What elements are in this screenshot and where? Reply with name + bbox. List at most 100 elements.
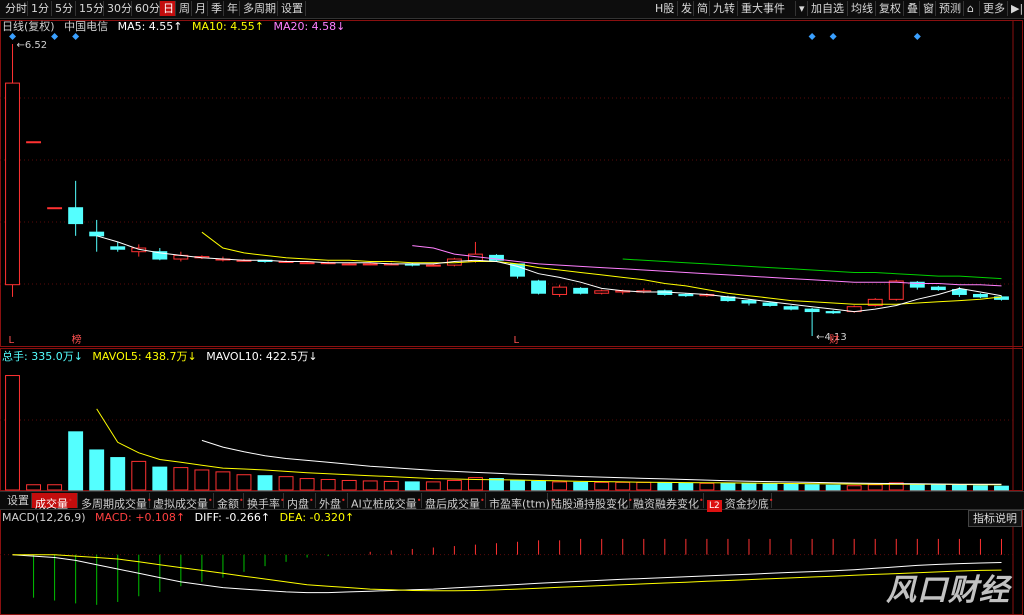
tab-dot-icon: •	[699, 496, 704, 505]
candle-body	[888, 280, 904, 300]
mavol10-line	[201, 439, 1002, 485]
tab-dot-icon: •	[68, 496, 73, 505]
volume-bar	[783, 483, 799, 491]
volume-bar	[825, 484, 841, 491]
volume-bar	[867, 484, 883, 491]
ma60-line	[622, 258, 1002, 280]
volume-bar	[425, 481, 441, 491]
candle-body	[5, 82, 20, 286]
volume-bar	[131, 460, 147, 491]
indicator-tab-label: 外盘	[319, 497, 341, 511]
indicator-tab-label: AI立桩成交量	[351, 497, 417, 511]
volume-bar	[594, 481, 610, 491]
stock-name: 中国电信	[64, 20, 109, 33]
tab-dot-icon: •	[309, 496, 314, 505]
volume-bar	[152, 466, 168, 491]
mavol10-label: MAVOL10: 422.5万↓	[206, 350, 318, 363]
indicator-tab-2[interactable]: 多周期成交量•	[78, 493, 152, 511]
candle-body	[741, 300, 757, 304]
indicator-tab-8[interactable]: AI立桩成交量•	[348, 493, 422, 511]
indicator-tab-5[interactable]: 换手率•	[244, 493, 285, 511]
macd-value: MACD: +0.108↑	[95, 511, 186, 524]
candle-body	[783, 306, 799, 310]
candle-body	[531, 280, 547, 294]
tab-dot-icon: •	[239, 496, 244, 505]
volume-bar	[194, 469, 210, 491]
indicator-tab-1[interactable]: 成交量•	[32, 493, 78, 511]
candle-body	[362, 263, 378, 266]
indicator-tab-9[interactable]: 盘后成交量•	[422, 493, 486, 511]
volume-bar	[404, 481, 420, 491]
volume-bar	[972, 485, 988, 491]
tab-dot-icon: •	[341, 496, 346, 505]
volume-bar	[573, 481, 589, 491]
volume-bar	[215, 471, 231, 491]
dea-value: DEA: -0.320↑	[279, 511, 355, 524]
indicator-tab-13[interactable]: L2 资金抄底•	[704, 493, 774, 512]
indicator-explain-button[interactable]: 指标说明	[968, 510, 1022, 527]
indicator-tab-4[interactable]: 金额•	[214, 493, 244, 511]
ma20-line	[412, 245, 1002, 287]
event-diamond-icon	[72, 33, 80, 40]
event-diamond-icon	[51, 33, 59, 40]
ma10-label: MA10: 4.55↑	[192, 20, 264, 33]
ma5-label: MA5: 4.55↑	[117, 20, 183, 33]
candle-body	[425, 264, 441, 267]
indicator-tab-label: 内盘	[287, 497, 309, 511]
mavol5-label: MAVOL5: 438.7万↓	[92, 350, 197, 363]
total-volume-label: 总手: 335.0万↓	[2, 350, 83, 363]
volume-bar	[615, 481, 631, 491]
candle-body	[68, 207, 84, 225]
bottom-marker: 榜	[72, 333, 82, 346]
event-diamond-icon	[829, 33, 837, 40]
indicator-tab-3[interactable]: 虚拟成交量•	[150, 493, 214, 511]
event-diamond-icon	[808, 33, 816, 40]
candle-body	[804, 308, 820, 313]
volume-bar	[636, 481, 652, 491]
candle-body	[678, 293, 694, 297]
volume-bar	[173, 467, 189, 491]
volume-bar	[699, 482, 715, 491]
candle-body	[47, 207, 63, 210]
indicator-tab-0[interactable]: 设置	[4, 493, 32, 508]
volume-bar	[299, 478, 315, 491]
indicator-tab-label: 资金抄底	[724, 497, 769, 511]
candle-body	[825, 311, 841, 314]
ma20-label: MA20: 4.58↓	[273, 20, 346, 33]
indicator-tab-10[interactable]: 市盈率(ttm)•	[486, 493, 555, 511]
candle-body	[110, 246, 126, 250]
volume-bar	[68, 431, 84, 491]
candle-body	[26, 141, 42, 144]
main-legend: 日线(复权) 中国电信 MA5: 4.55↑ MA10: 4.55↑ MA20:…	[2, 20, 345, 34]
volume-bar	[341, 479, 357, 491]
volume-bar	[531, 480, 547, 491]
candle-body	[299, 262, 315, 265]
volume-bar	[762, 483, 778, 491]
volume-bar	[362, 480, 378, 491]
indicator-tab-11[interactable]: 陆股通持股变化•	[548, 493, 633, 511]
volume-bar	[930, 484, 946, 491]
volume-bar	[383, 480, 399, 491]
volume-bar	[110, 457, 126, 491]
volume-bar	[257, 475, 273, 491]
indicator-tabs: 设置 成交量• 多周期成交量• 虚拟成交量• 金额• 换手率• 内盘• 外盘• AI立桩成交量•…	[0, 491, 1024, 512]
candle-body	[762, 302, 778, 306]
macd-params: MACD(12,26,9)	[2, 511, 86, 524]
l2-badge: L2	[707, 499, 722, 512]
indicator-tab-7[interactable]: 外盘•	[316, 493, 348, 511]
indicator-tab-12[interactable]: 融资融券变化•	[630, 493, 704, 511]
indicator-tab-6[interactable]: 内盘•	[284, 493, 316, 511]
volume-bar	[236, 474, 252, 491]
period-label: 日线(复权)	[2, 20, 55, 33]
volume-bar	[446, 479, 462, 491]
tab-dot-icon: •	[768, 496, 774, 505]
volume-bar	[951, 484, 967, 491]
indicator-tab-label: 多周期成交量	[81, 497, 147, 511]
tab-dot-icon: •	[480, 496, 485, 505]
volume-bar	[804, 484, 820, 491]
indicator-tab-label: 盘后成交量	[425, 497, 480, 511]
volume-bar	[47, 484, 63, 491]
event-diamond-icon	[9, 33, 17, 40]
indicator-tab-label: 融资融券变化	[633, 497, 699, 511]
macd-legend: MACD(12,26,9) MACD: +0.108↑ DIFF: -0.266…	[2, 511, 354, 525]
